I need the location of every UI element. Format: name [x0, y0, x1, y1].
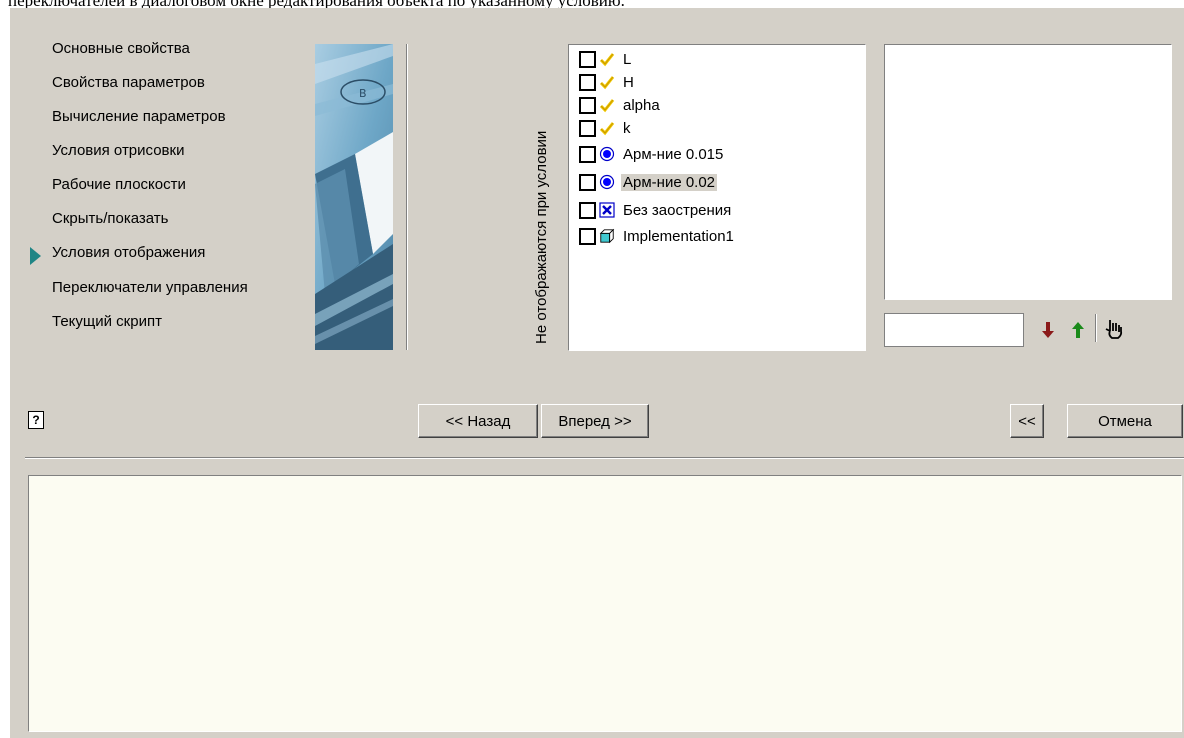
- parameter-check-icon: [599, 51, 615, 67]
- parameter-check-icon: [599, 74, 615, 90]
- nav-item-parameter-properties[interactable]: Свойства параметров: [52, 74, 205, 92]
- collapse-button[interactable]: <<: [1010, 404, 1044, 438]
- active-item-arrow-icon: [30, 247, 41, 265]
- checkbox[interactable]: [579, 227, 596, 245]
- parameter-check-icon: [599, 97, 615, 113]
- parameter-check-icon: [599, 120, 615, 136]
- checkbox[interactable]: [579, 96, 596, 114]
- wizard-banner-image: B: [315, 44, 393, 350]
- radio-option-icon: [599, 146, 615, 162]
- list-item-label: k: [623, 119, 631, 137]
- nav-item-drawing-conditions[interactable]: Условия отрисовки: [52, 142, 184, 160]
- list-item[interactable]: Без заострения: [579, 199, 733, 221]
- list-item-label: Без заострения: [623, 201, 732, 219]
- list-item[interactable]: Арм-ние 0.015: [579, 143, 725, 165]
- nav-item-parameter-calculation[interactable]: Вычисление параметров: [52, 108, 226, 126]
- condition-value-input[interactable]: [884, 313, 1024, 347]
- svg-text:B: B: [359, 87, 367, 100]
- checkbox[interactable]: [579, 145, 596, 163]
- not-displayed-condition-label: Не отображаются при условии: [533, 130, 550, 344]
- list-item[interactable]: L: [579, 48, 633, 70]
- hand-pointer-icon[interactable]: [1104, 317, 1126, 345]
- list-item[interactable]: Implementation1: [579, 225, 736, 247]
- list-item-label: Implementation1: [623, 227, 734, 245]
- checkbox[interactable]: [579, 201, 596, 219]
- nav-item-current-script[interactable]: Текущий скрипт: [52, 313, 162, 331]
- checkbox[interactable]: [579, 50, 596, 68]
- checkbox[interactable]: [579, 119, 596, 137]
- conditions-list[interactable]: L H alpha k Арм-ние 0.015 Арм-ние 0.02 Б…: [568, 44, 866, 351]
- help-icon[interactable]: ?: [28, 411, 44, 429]
- checkbox[interactable]: [579, 173, 596, 191]
- next-button[interactable]: Вперед >>: [541, 404, 649, 438]
- cube-icon: [599, 228, 615, 244]
- nav-item-hide-show[interactable]: Скрыть/показать: [52, 210, 168, 228]
- description-panel: [28, 475, 1182, 732]
- list-item[interactable]: k: [579, 117, 633, 139]
- nav-item-display-conditions[interactable]: Условия отображения: [52, 244, 205, 262]
- list-item-label: L: [623, 50, 632, 68]
- condition-detail-list[interactable]: [884, 44, 1172, 300]
- checkbox[interactable]: [579, 73, 596, 91]
- back-button[interactable]: << Назад: [418, 404, 538, 438]
- nav-item-control-switches[interactable]: Переключатели управления: [52, 279, 248, 297]
- list-item-selected[interactable]: Арм-ние 0.02: [579, 171, 718, 193]
- list-item-label: alpha: [623, 96, 660, 114]
- object-edit-dialog: Основные свойства Свойства параметров Вы…: [10, 8, 1184, 738]
- list-item[interactable]: H: [579, 71, 636, 93]
- list-item-label: H: [623, 73, 634, 91]
- cancel-button[interactable]: Отмена: [1067, 404, 1183, 438]
- toolbar-divider: [1095, 314, 1097, 342]
- move-up-arrow-icon[interactable]: [1070, 320, 1086, 344]
- nav-item-main-properties[interactable]: Основные свойства: [52, 40, 190, 58]
- footer-separator: [25, 457, 1184, 459]
- nav-item-work-planes[interactable]: Рабочие плоскости: [52, 176, 186, 194]
- list-item-label: Арм-ние 0.015: [623, 145, 724, 163]
- checkbox-x-icon: [599, 202, 615, 218]
- radio-option-icon: [599, 174, 615, 190]
- move-down-arrow-icon[interactable]: [1040, 320, 1056, 344]
- nav-divider: [406, 44, 408, 350]
- list-item-label: Арм-ние 0.02: [621, 173, 718, 191]
- list-item[interactable]: alpha: [579, 94, 662, 116]
